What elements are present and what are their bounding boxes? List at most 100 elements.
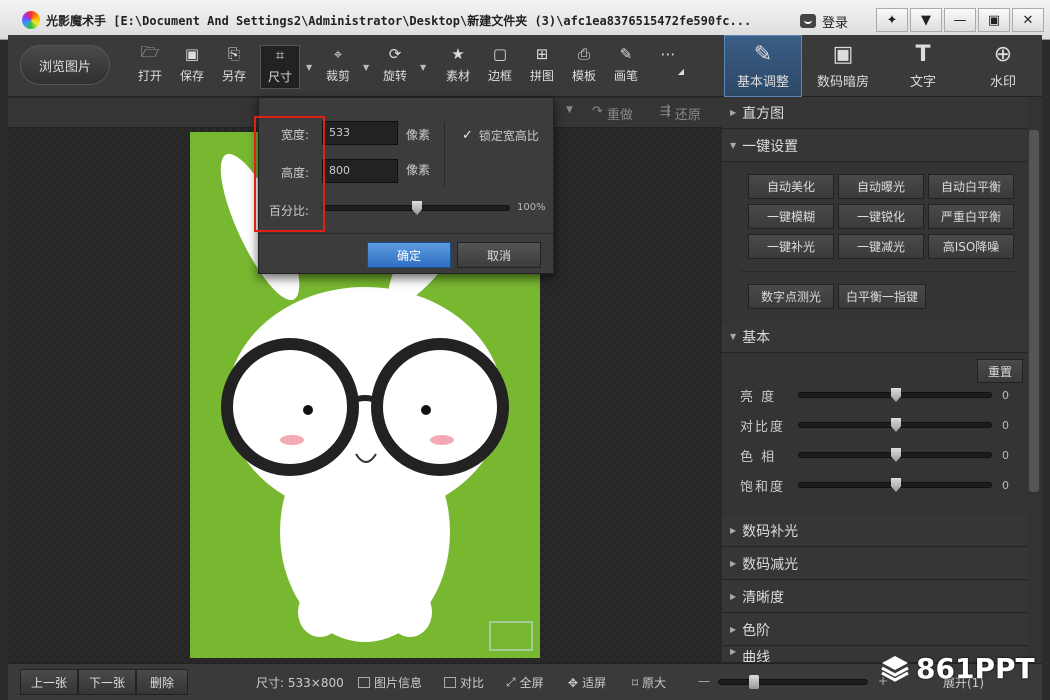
minimize-icon: — — [953, 12, 967, 28]
expand-arrow-icon: ▶ — [730, 108, 737, 117]
spot-metering-button[interactable]: 数字点测光 — [748, 284, 834, 309]
resize-button[interactable]: ⌗ 尺寸 — [260, 45, 300, 89]
tab-watermark[interactable]: ⊕ 水印 — [964, 35, 1042, 97]
contrast-slider[interactable] — [798, 418, 992, 432]
section-basic[interactable]: ▼ 基本 — [722, 321, 1028, 353]
brightness-label: 亮 度 — [740, 389, 777, 405]
one-click-blur-button[interactable]: 一键模糊 — [748, 204, 834, 229]
original-size-button[interactable]: ⌑ 原大 — [632, 674, 666, 691]
hue-value: 0 — [1002, 448, 1009, 462]
close-button[interactable]: ✕ — [1012, 8, 1044, 32]
rotate-dropdown-icon[interactable]: ▼ — [420, 63, 426, 72]
fit-screen-label: 适屏 — [582, 676, 607, 690]
tab-text[interactable]: T 文字 — [884, 35, 962, 97]
section-clarity[interactable]: ▶ 清晰度 — [722, 581, 1028, 613]
hue-slider[interactable] — [798, 448, 992, 462]
more-arrow-icon: ◢ — [677, 67, 685, 76]
previous-image-button[interactable]: 上一张 — [20, 669, 78, 695]
reset-button[interactable]: 重置 — [977, 359, 1023, 383]
save-as-button[interactable]: ⎘ 另存 — [214, 45, 254, 89]
history-dropdown-icon[interactable]: ▼ — [566, 105, 573, 115]
border-button[interactable]: ▢ 边框 — [480, 45, 520, 89]
compare-button[interactable]: 对比 — [444, 674, 484, 691]
template-button[interactable]: ⎙ 模板 — [564, 45, 604, 89]
next-image-button[interactable]: 下一张 — [78, 669, 136, 695]
height-input[interactable]: 800 — [322, 159, 398, 183]
expand-arrow-icon: ▶ — [730, 526, 737, 535]
crop-button[interactable]: ⌖ 裁剪 — [318, 45, 358, 89]
restore-icon: ⇶ — [660, 104, 671, 119]
section-fill-light[interactable]: ▶ 数码补光 — [722, 515, 1028, 547]
one-click-fill-light-button[interactable]: 一键补光 — [748, 234, 834, 259]
zoom-out-icon[interactable]: — — [698, 674, 710, 688]
save-as-label: 另存 — [221, 69, 246, 83]
minimize-button[interactable]: — — [944, 8, 976, 32]
collage-label: 拼图 — [529, 69, 554, 83]
contrast-knob[interactable] — [891, 418, 901, 432]
watermark-text: 861PPT — [916, 651, 1035, 685]
cancel-button[interactable]: 取消 — [457, 242, 541, 268]
one-touch-white-balance-button[interactable]: 白平衡一指键 — [838, 284, 926, 309]
hue-knob[interactable] — [891, 448, 901, 462]
auto-beautify-button[interactable]: 自动美化 — [748, 174, 834, 199]
crop-dropdown-icon[interactable]: ▼ — [363, 63, 369, 72]
width-input[interactable]: 533 — [322, 121, 398, 145]
brush-button[interactable]: ✎ 画笔 — [606, 45, 646, 89]
saturation-row: 饱和度 0 — [740, 475, 1030, 495]
high-iso-denoise-button[interactable]: 高ISO降噪 — [928, 234, 1014, 259]
section-histogram[interactable]: ▶ 直方图 — [722, 97, 1028, 129]
section-one-click-label: 一键设置 — [742, 138, 799, 155]
one-click-sharpen-button[interactable]: 一键锐化 — [838, 204, 924, 229]
fullscreen-label: 全屏 — [519, 676, 544, 690]
collage-button[interactable]: ⊞ 拼图 — [522, 45, 562, 89]
template-icon: ⎙ — [577, 45, 590, 63]
ok-button[interactable]: 确定 — [367, 242, 451, 268]
auto-white-balance-button[interactable]: 自动白平衡 — [928, 174, 1014, 199]
text-icon: T — [915, 42, 931, 67]
material-label: 素材 — [445, 69, 470, 83]
fullscreen-button[interactable]: ⤢ 全屏 — [506, 674, 544, 691]
saturation-knob[interactable] — [891, 478, 901, 492]
app-logo-icon — [22, 11, 40, 29]
section-reduce-light[interactable]: ▶ 数码减光 — [722, 548, 1028, 580]
saturation-slider[interactable] — [798, 478, 992, 492]
percent-slider[interactable] — [322, 201, 510, 215]
open-button[interactable]: 🗁 打开 — [130, 43, 170, 89]
menu-button[interactable]: ▼ — [910, 8, 942, 32]
login-button[interactable]: 登录 — [800, 10, 848, 32]
brightness-slider[interactable] — [798, 388, 992, 402]
fit-screen-button[interactable]: ✥ 适屏 — [568, 674, 606, 691]
one-click-reduce-light-button[interactable]: 一键减光 — [838, 234, 924, 259]
panel-scrollbar[interactable] — [1029, 130, 1039, 492]
maximize-button[interactable]: ▣ — [978, 8, 1010, 32]
auto-exposure-button[interactable]: 自动曝光 — [838, 174, 924, 199]
section-levels[interactable]: ▶ 色阶 — [722, 614, 1028, 646]
browse-images-button[interactable]: 浏览图片 — [20, 45, 110, 85]
delete-button[interactable]: 删除 — [136, 669, 188, 695]
section-one-click[interactable]: ▼ 一键设置 — [722, 130, 1028, 162]
photo-info-button[interactable]: 图片信息 — [358, 674, 422, 691]
tab-basic-adjust[interactable]: ✎ 基本调整 — [724, 35, 802, 97]
window-title: 光影魔术手 [E:\Document And Settings2\Adminis… — [46, 14, 752, 28]
border-icon: ▢ — [492, 45, 508, 63]
restore-button[interactable]: ⇶ 还原 — [660, 104, 701, 123]
tab-darkroom[interactable]: ▣ 数码暗房 — [804, 35, 882, 97]
more-tools-button[interactable]: ⋯ ◢ — [648, 45, 688, 89]
material-button[interactable]: ★ 素材 — [438, 45, 478, 89]
strong-white-balance-button[interactable]: 严重白平衡 — [928, 204, 1014, 229]
redo-button[interactable]: ↷ 重做 — [592, 104, 633, 123]
zoom-slider-knob[interactable] — [749, 675, 759, 689]
quick-buttons-area: 自动美化 自动曝光 自动白平衡 一键模糊 一键锐化 严重白平衡 一键补光 一键减… — [722, 163, 1028, 319]
section-fill-light-label: 数码补光 — [742, 523, 799, 540]
brightness-knob[interactable] — [891, 388, 901, 402]
zoom-slider[interactable] — [718, 675, 868, 689]
brush-icon: ✎ — [619, 45, 633, 63]
lock-ratio-checkbox[interactable]: ✓ 锁定宽高比 — [462, 127, 539, 144]
save-as-icon: ⎘ — [227, 45, 240, 63]
percent-slider-knob[interactable] — [412, 201, 422, 215]
rotate-button[interactable]: ⟳ 旋转 — [375, 45, 415, 89]
resize-dropdown-icon[interactable]: ▼ — [306, 63, 312, 72]
save-button[interactable]: ▣ 保存 — [172, 45, 212, 89]
divider — [444, 122, 445, 187]
skin-button[interactable]: ✦ — [876, 8, 908, 32]
